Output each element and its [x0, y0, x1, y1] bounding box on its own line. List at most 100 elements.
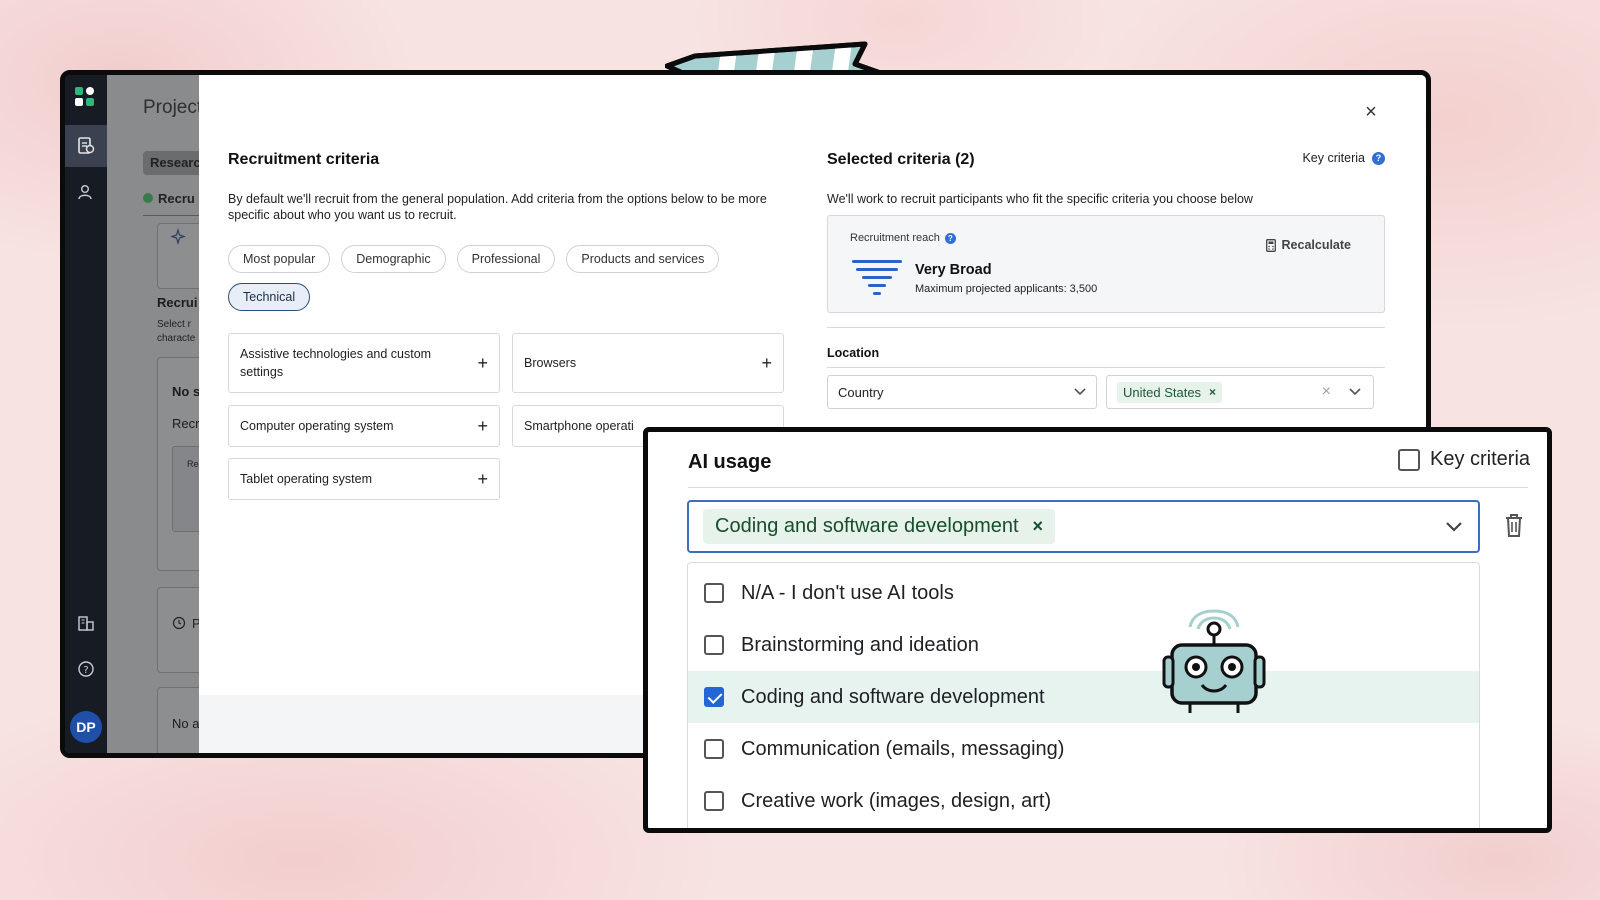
- clear-icon[interactable]: ×: [1322, 383, 1331, 401]
- chevron-down-icon: [1074, 388, 1086, 396]
- trash-icon[interactable]: [1503, 512, 1525, 538]
- background-page: Project Research Recru Recrui Select r c…: [107, 75, 199, 753]
- filter-professional[interactable]: Professional: [456, 245, 556, 273]
- recruitment-reach-header: Recruitment reach ?: [850, 232, 956, 244]
- selected-tag-label: United States: [1123, 384, 1202, 400]
- recalculate-label: Recalculate: [1281, 238, 1351, 252]
- option-label: Communication (emails, messaging): [741, 737, 1065, 760]
- option-label: Brainstorming and ideation: [741, 633, 979, 656]
- ai-usage-select[interactable]: Coding and software development ×: [687, 500, 1480, 553]
- option-label: Creative work (images, design, art): [741, 789, 1052, 812]
- criterion-label: Computer operating system: [240, 419, 394, 433]
- chevron-down-icon: [1349, 388, 1361, 396]
- recruitment-reach-label: Recruitment reach: [850, 232, 940, 244]
- option-coding[interactable]: Coding and software development: [688, 671, 1479, 723]
- calculator-icon: [1265, 238, 1276, 252]
- history-card: P: [157, 587, 199, 673]
- selected-criteria-subtitle: We'll work to recruit participants who f…: [827, 192, 1253, 206]
- criterion-assistive-technologies[interactable]: Assistive technologies and custom settin…: [228, 333, 500, 393]
- criterion-label: Assistive technologies and custom settin…: [240, 347, 432, 379]
- filter-most-popular[interactable]: Most popular: [228, 245, 331, 273]
- key-criteria-label: Key criteria: [1302, 151, 1365, 165]
- building-icon: [78, 616, 94, 631]
- app-logo-icon[interactable]: [75, 87, 95, 107]
- key-criteria-checkbox[interactable]: [1398, 448, 1420, 471]
- remove-tag-icon[interactable]: ×: [1209, 385, 1216, 399]
- option-checkbox[interactable]: [704, 739, 724, 759]
- card-title: No s: [172, 384, 199, 399]
- location-label: Location: [827, 346, 880, 360]
- criterion-tablet-os[interactable]: Tablet operating system +: [228, 458, 500, 500]
- ai-usage-options-list: N/A - I don't use AI tools Brainstorming…: [687, 562, 1480, 828]
- selected-tag: Coding and software development ×: [703, 509, 1056, 544]
- option-na[interactable]: N/A - I don't use AI tools: [688, 567, 1479, 619]
- reach-value: Very Broad: [915, 262, 992, 278]
- divider: [827, 327, 1385, 328]
- option-checkbox[interactable]: [704, 635, 724, 655]
- filter-products-and-services[interactable]: Products and services: [566, 245, 720, 273]
- plus-icon: +: [761, 353, 772, 373]
- option-communication[interactable]: Communication (emails, messaging): [688, 723, 1479, 775]
- sidebar-item-help[interactable]: ?: [65, 648, 107, 690]
- location-field-value: Country: [838, 384, 884, 400]
- section-desc-line-1: Select r: [157, 319, 191, 330]
- recruitment-criteria-panel: Recruitment criteria By default we'll re…: [228, 151, 788, 500]
- option-checkbox-checked[interactable]: [704, 687, 724, 707]
- selected-tag: United States ×: [1117, 381, 1223, 403]
- key-criteria-toggle[interactable]: Key criteria: [1398, 448, 1530, 471]
- funnel-icon: [852, 260, 902, 295]
- location-field-select[interactable]: Country: [827, 375, 1097, 409]
- plus-icon: +: [477, 469, 488, 489]
- card-subtitle: Recr: [172, 416, 199, 431]
- history-icon: [172, 616, 186, 630]
- chevron-down-icon[interactable]: [1442, 514, 1466, 538]
- selected-criteria-title: Selected criteria (2): [827, 151, 975, 168]
- option-label: N/A - I don't use AI tools: [741, 581, 954, 604]
- criterion-label: Smartphone operati: [524, 419, 634, 433]
- criteria-filter-pills: Most popular Demographic Professional Pr…: [228, 245, 788, 311]
- recruitment-criteria-title: Recruitment criteria: [228, 151, 380, 168]
- recalculate-button[interactable]: Recalculate: [1265, 238, 1351, 252]
- sparkle-icon: [170, 228, 186, 246]
- tab-recruitment: Recru: [143, 191, 195, 206]
- selected-tag-label: Coding and software development: [715, 515, 1019, 537]
- users-icon: [78, 185, 92, 200]
- criterion-label: Browsers: [524, 356, 577, 370]
- section-title: Recrui: [157, 295, 198, 310]
- remove-tag-icon[interactable]: ×: [1033, 516, 1044, 537]
- key-criteria-header: Key criteria ?: [1302, 151, 1385, 165]
- criterion-computer-os[interactable]: Computer operating system +: [228, 405, 500, 447]
- card-inner-label: Re: [187, 459, 199, 469]
- filter-technical[interactable]: Technical: [228, 283, 311, 311]
- divider: [827, 367, 1385, 368]
- page-title: Project: [143, 97, 199, 118]
- divider: [688, 487, 1528, 488]
- research-chip: Research: [143, 151, 199, 175]
- recruitment-reach-box: Recruitment reach ? Recalculate Very Bro…: [827, 215, 1385, 313]
- option-creative-work[interactable]: Creative work (images, design, art): [688, 775, 1479, 827]
- avatar[interactable]: DP: [70, 711, 102, 743]
- criteria-card: No s Recr Re: [157, 357, 199, 571]
- location-value-select[interactable]: United States × ×: [1106, 375, 1374, 409]
- sidebar-item-organization[interactable]: [65, 602, 107, 644]
- close-button[interactable]: ×: [1361, 101, 1381, 124]
- sidebar-item-projects[interactable]: [65, 125, 107, 167]
- sidebar-item-participants[interactable]: [65, 171, 107, 213]
- key-criteria-label: Key criteria: [1430, 448, 1531, 470]
- option-brainstorming[interactable]: Brainstorming and ideation: [688, 619, 1479, 671]
- reach-projected-applicants: Maximum projected applicants: 3,500: [915, 283, 1098, 295]
- tab-divider: [143, 215, 199, 216]
- option-checkbox[interactable]: [704, 583, 724, 603]
- card-inner: Re: [172, 446, 199, 532]
- filter-demographic[interactable]: Demographic: [341, 245, 446, 273]
- help-icon[interactable]: ?: [1372, 151, 1385, 165]
- help-icon[interactable]: ?: [944, 232, 956, 244]
- robot-icon: [1162, 609, 1266, 713]
- option-label: Coding and software development: [741, 685, 1045, 708]
- sidebar: ? DP: [65, 75, 107, 753]
- history-text: P: [192, 616, 199, 631]
- criterion-label: Tablet operating system: [240, 472, 373, 486]
- criterion-browsers[interactable]: Browsers +: [512, 333, 784, 393]
- section-desc-line-2: characte: [157, 333, 196, 344]
- option-checkbox[interactable]: [704, 791, 724, 811]
